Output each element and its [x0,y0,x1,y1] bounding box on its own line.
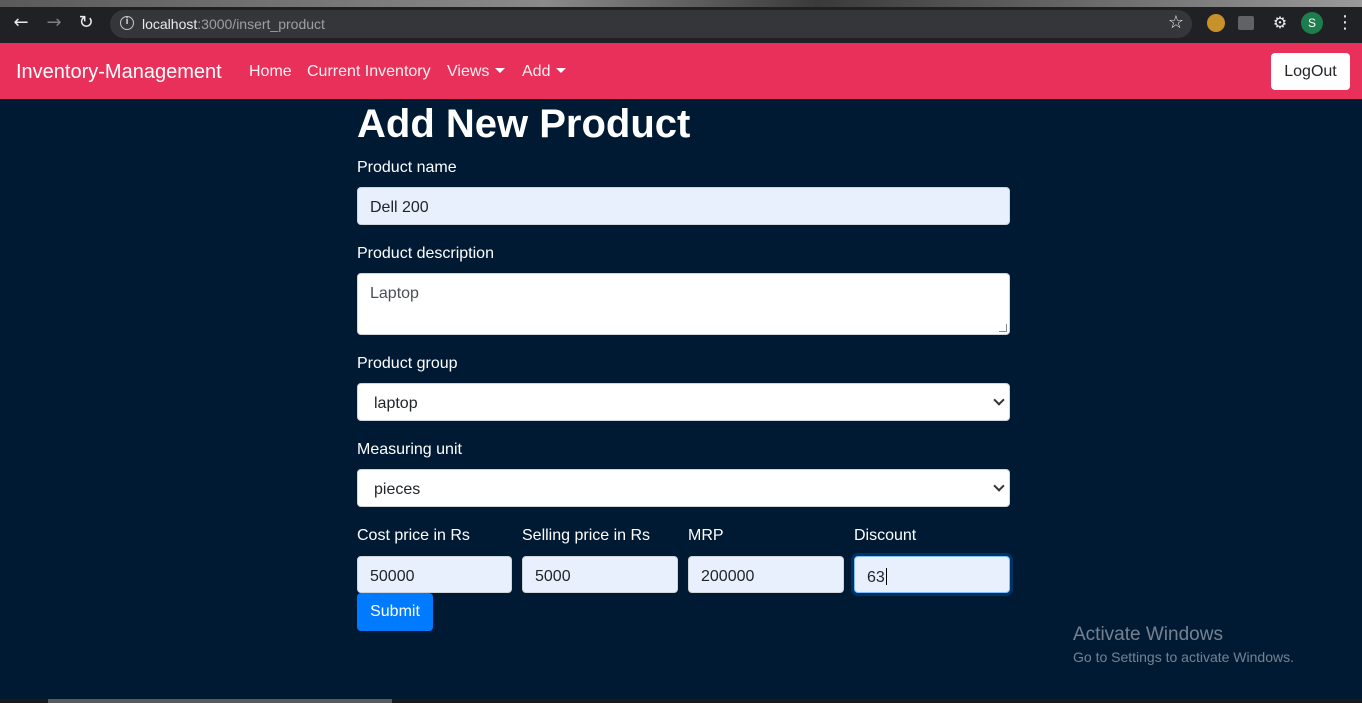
profile-avatar[interactable]: S [1301,12,1323,34]
nav-home[interactable]: Home [249,63,292,81]
navbar-brand[interactable]: Inventory-Management [16,61,222,84]
logout-button[interactable]: LogOut [1271,53,1350,90]
selling-price-input[interactable]: 5000 [522,556,678,593]
product-group-select[interactable]: laptop [357,383,1010,421]
back-icon[interactable]: ← [10,12,32,34]
url-path: :3000/insert_product [197,16,325,32]
caret-down-icon [495,68,506,73]
browser-menu-icon[interactable]: ⋮ [1336,12,1354,34]
nav-views-label: Views [447,63,490,80]
discount-input[interactable]: 63 [854,556,1010,593]
chevron-down-icon [993,394,1005,406]
nav-current-inventory[interactable]: Current Inventory [307,63,431,81]
address-bar[interactable]: i localhost:3000/insert_product [110,10,1192,38]
mrp-value: 200000 [701,568,755,585]
cookie-extension-icon[interactable] [1207,14,1225,32]
activate-windows-subtitle: Go to Settings to activate Windows. [1073,649,1294,665]
mrp-label: MRP [688,527,724,544]
selling-price-label: Selling price in Rs [522,527,651,544]
resize-handle-icon[interactable] [999,324,1007,332]
reload-icon[interactable]: ↻ [75,12,97,34]
cost-price-label: Cost price in Rs [357,527,470,544]
product-description-textarea[interactable]: Laptop [357,273,1010,335]
scrollbar-thumb[interactable] [48,699,392,703]
nav-add-label: Add [522,63,551,80]
product-group-label: Product group [357,355,458,372]
product-description-label: Product description [357,245,494,262]
cost-price-input[interactable]: 50000 [357,556,512,593]
submit-button[interactable]: Submit [357,593,433,631]
mrp-input[interactable]: 200000 [688,556,844,593]
chevron-down-icon [993,480,1005,492]
bookmark-star-icon[interactable]: ☆ [1165,12,1187,34]
activate-windows-title: Activate Windows [1073,624,1223,645]
text-cursor [885,568,887,585]
site-info-icon[interactable]: i [120,16,134,30]
measuring-unit-select[interactable]: pieces [357,469,1010,507]
measuring-unit-value: pieces [374,481,421,498]
caret-down-icon [556,68,567,73]
measuring-unit-label: Measuring unit [357,441,462,458]
page-title: Add New Product [357,102,691,146]
cost-price-value: 50000 [370,568,415,585]
address-url[interactable]: localhost:3000/insert_product [142,16,325,32]
product-name-label: Product name [357,159,457,176]
product-description-value: Laptop [370,285,419,302]
product-name-input[interactable]: Dell 200 [357,187,1010,225]
nav-add-dropdown[interactable]: Add [522,63,567,81]
browser-toolbar: ← → ↻ i localhost:3000/insert_product ☆ … [0,0,1362,43]
extension-icon[interactable] [1238,16,1254,30]
app-navbar: Inventory-Management Home Current Invent… [0,43,1362,99]
discount-label: Discount [854,527,917,544]
browser-tab-strip [0,0,1362,7]
horizontal-scrollbar[interactable] [0,699,1362,703]
extensions-puzzle-icon[interactable]: ⚙ [1270,13,1290,33]
product-group-value: laptop [374,395,418,412]
discount-value: 63 [867,569,885,586]
forward-icon[interactable]: → [43,12,65,34]
selling-price-value: 5000 [535,568,571,585]
discount-value-wrap: 63 [867,568,887,587]
url-host: localhost [142,16,198,32]
nav-views-dropdown[interactable]: Views [447,63,506,81]
product-name-value: Dell 200 [370,199,429,216]
